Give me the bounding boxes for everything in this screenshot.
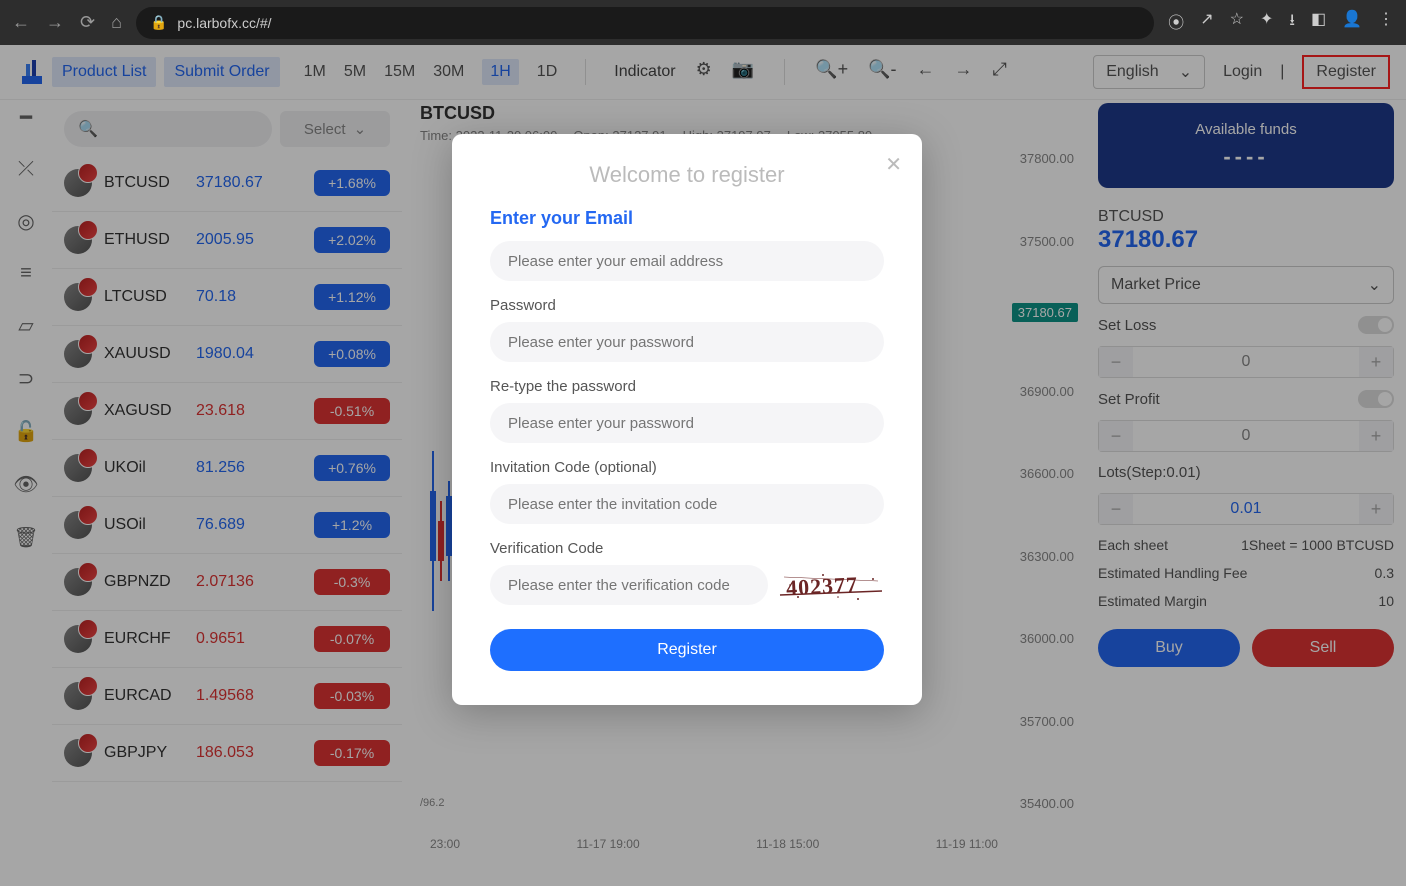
browser-bar: ← → ⟳ ⌂ 🔒 pc.larbofx.cc/#/ ⦿ ↗ ☆ ✦ ⭳ ◧ 👤…	[0, 0, 1406, 45]
url-text: pc.larbofx.cc/#/	[177, 15, 271, 31]
reload-icon[interactable]: ⟳	[80, 12, 95, 33]
chrome-actions: ⦿ ↗ ☆ ✦ ⭳ ◧ 👤 ⋮	[1168, 9, 1394, 36]
extensions-icon[interactable]: ✦	[1260, 9, 1273, 36]
email-field[interactable]	[490, 241, 884, 281]
share-icon[interactable]: ↗	[1200, 9, 1213, 36]
retype-label: Re-type the password	[490, 378, 884, 395]
invite-label: Invitation Code (optional)	[490, 459, 884, 476]
download-icon[interactable]: ⭳	[1289, 9, 1295, 36]
password-field[interactable]	[490, 322, 884, 362]
register-modal: ✕ Welcome to register Enter your Email P…	[452, 134, 922, 705]
captcha-image[interactable]: 402377	[778, 567, 884, 603]
modal-section-title: Enter your Email	[490, 208, 884, 229]
svg-text:402377: 402377	[785, 572, 858, 601]
register-submit-button[interactable]: Register	[490, 629, 884, 671]
translate-icon[interactable]: ⦿	[1168, 9, 1184, 36]
verification-row: 402377	[490, 565, 884, 605]
password-label: Password	[490, 297, 884, 314]
modal-title: Welcome to register	[490, 162, 884, 188]
menu-icon[interactable]: ⋮	[1378, 9, 1394, 36]
star-icon[interactable]: ☆	[1230, 9, 1244, 36]
nav-controls: ← → ⟳ ⌂	[12, 12, 122, 33]
url-bar[interactable]: 🔒 pc.larbofx.cc/#/	[136, 7, 1154, 39]
verification-code-field[interactable]	[490, 565, 768, 605]
panel-icon[interactable]: ◧	[1311, 9, 1326, 36]
back-icon[interactable]: ←	[12, 12, 30, 33]
verification-label: Verification Code	[490, 540, 884, 557]
invitation-code-field[interactable]	[490, 484, 884, 524]
home-icon[interactable]: ⌂	[111, 12, 122, 33]
forward-icon[interactable]: →	[46, 12, 64, 33]
close-icon[interactable]: ✕	[885, 152, 902, 177]
profile-icon[interactable]: 👤	[1342, 9, 1362, 36]
lock-icon: 🔒	[150, 14, 167, 31]
retype-password-field[interactable]	[490, 403, 884, 443]
